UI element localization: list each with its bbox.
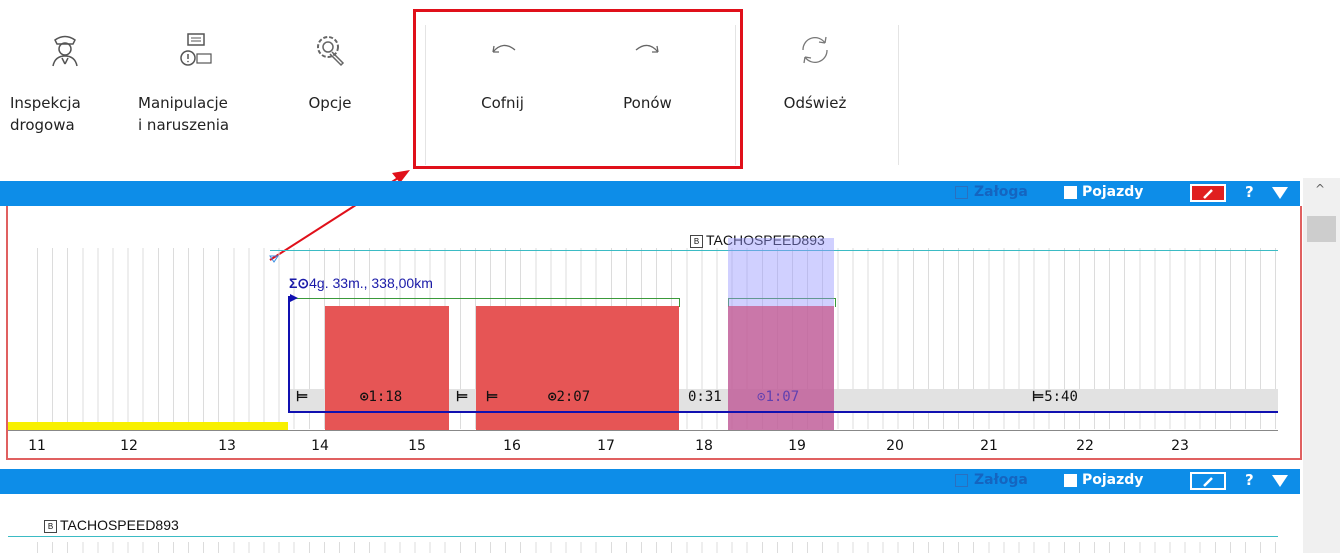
vehicle-name: TACHOSPEED893 [60,517,179,533]
trip-summary-text: 4g. 33m., 338,00km [309,275,433,291]
route-start-arrow-icon [290,294,298,302]
route-line [288,411,1278,413]
vehicles-checkbox[interactable] [1064,474,1077,487]
help-button[interactable]: ? [1245,471,1254,489]
vehicles-checkbox[interactable] [1064,186,1077,199]
vehicle-badge-icon: B [44,520,57,533]
hour-label: 15 [408,438,426,454]
gap-segment: 0:31 [688,389,722,405]
trip-summary: Σ⊙4g. 33m., 338,00km [289,275,433,292]
driving-segment-2: ⊙2:07 [548,389,590,405]
hour-label: 20 [886,438,904,454]
vehicle-label: B TACHOSPEED893 [44,517,179,533]
vehicle-badge-icon: B [690,235,703,248]
rest-segment: ⊨ [456,389,468,405]
rest-segment-long: ⊨5:40 [1032,389,1078,405]
crew-checkbox[interactable] [955,474,968,487]
crew-label: Załoga [974,472,1028,488]
driving-segment-1: ⊙1:18 [360,389,402,405]
hour-label: 23 [1171,438,1189,454]
driving-segment-3: ⊙1:07 [757,389,799,405]
start-marker-icon [269,255,279,263]
vertical-scrollbar[interactable]: ^ [1303,178,1340,553]
scroll-up-icon[interactable]: ^ [1315,182,1325,196]
sum-icon: Σ⊙ [289,275,310,291]
panel-menu-dropdown-icon[interactable] [1272,187,1288,199]
vehicles-label: Pojazdy [1082,184,1144,200]
time-axis [8,430,1278,431]
vehicles-label: Pojazdy [1082,472,1144,488]
hour-label: 11 [28,438,46,454]
hour-label: 12 [120,438,138,454]
bed-icon: ⊨ [296,389,309,405]
hour-label: 13 [218,438,236,454]
driving-duration: 1:07 [765,389,800,405]
rest-segment: ⊨ [486,389,498,405]
timeline-panel-header: Załoga Pojazdy ? [0,181,1300,206]
crew-label: Załoga [974,184,1028,200]
scrollbar-thumb[interactable] [1307,216,1336,242]
help-button[interactable]: ? [1245,183,1254,201]
bed-icon: ⊨ [456,389,469,405]
pencil-icon [1203,189,1213,199]
timeline-grid [37,542,1277,553]
rest-duration: 5:40 [1044,389,1078,405]
hour-label: 17 [597,438,615,454]
hour-label: 14 [311,438,329,454]
rest-segment: ⊨ [296,389,308,405]
hour-label: 19 [788,438,806,454]
driving-duration: 2:07 [556,389,591,405]
route-line-vertical [288,296,290,413]
timeline-panel-header: Załoga Pojazdy ? [0,469,1300,494]
hour-label: 16 [503,438,521,454]
previous-activity-bar [8,422,288,430]
driving-duration: 1:18 [368,389,403,405]
panel-menu-dropdown-icon[interactable] [1272,475,1288,487]
bed-icon: ⊨ [486,389,499,405]
hour-label: 18 [695,438,713,454]
edit-button[interactable] [1190,472,1226,490]
hour-label: 22 [1076,438,1094,454]
edit-button[interactable] [1190,184,1226,202]
pencil-icon [1203,477,1213,487]
vehicle-line [8,536,1278,537]
crew-checkbox[interactable] [955,186,968,199]
bed-icon: ⊨ [1032,389,1045,405]
hour-label: 21 [980,438,998,454]
